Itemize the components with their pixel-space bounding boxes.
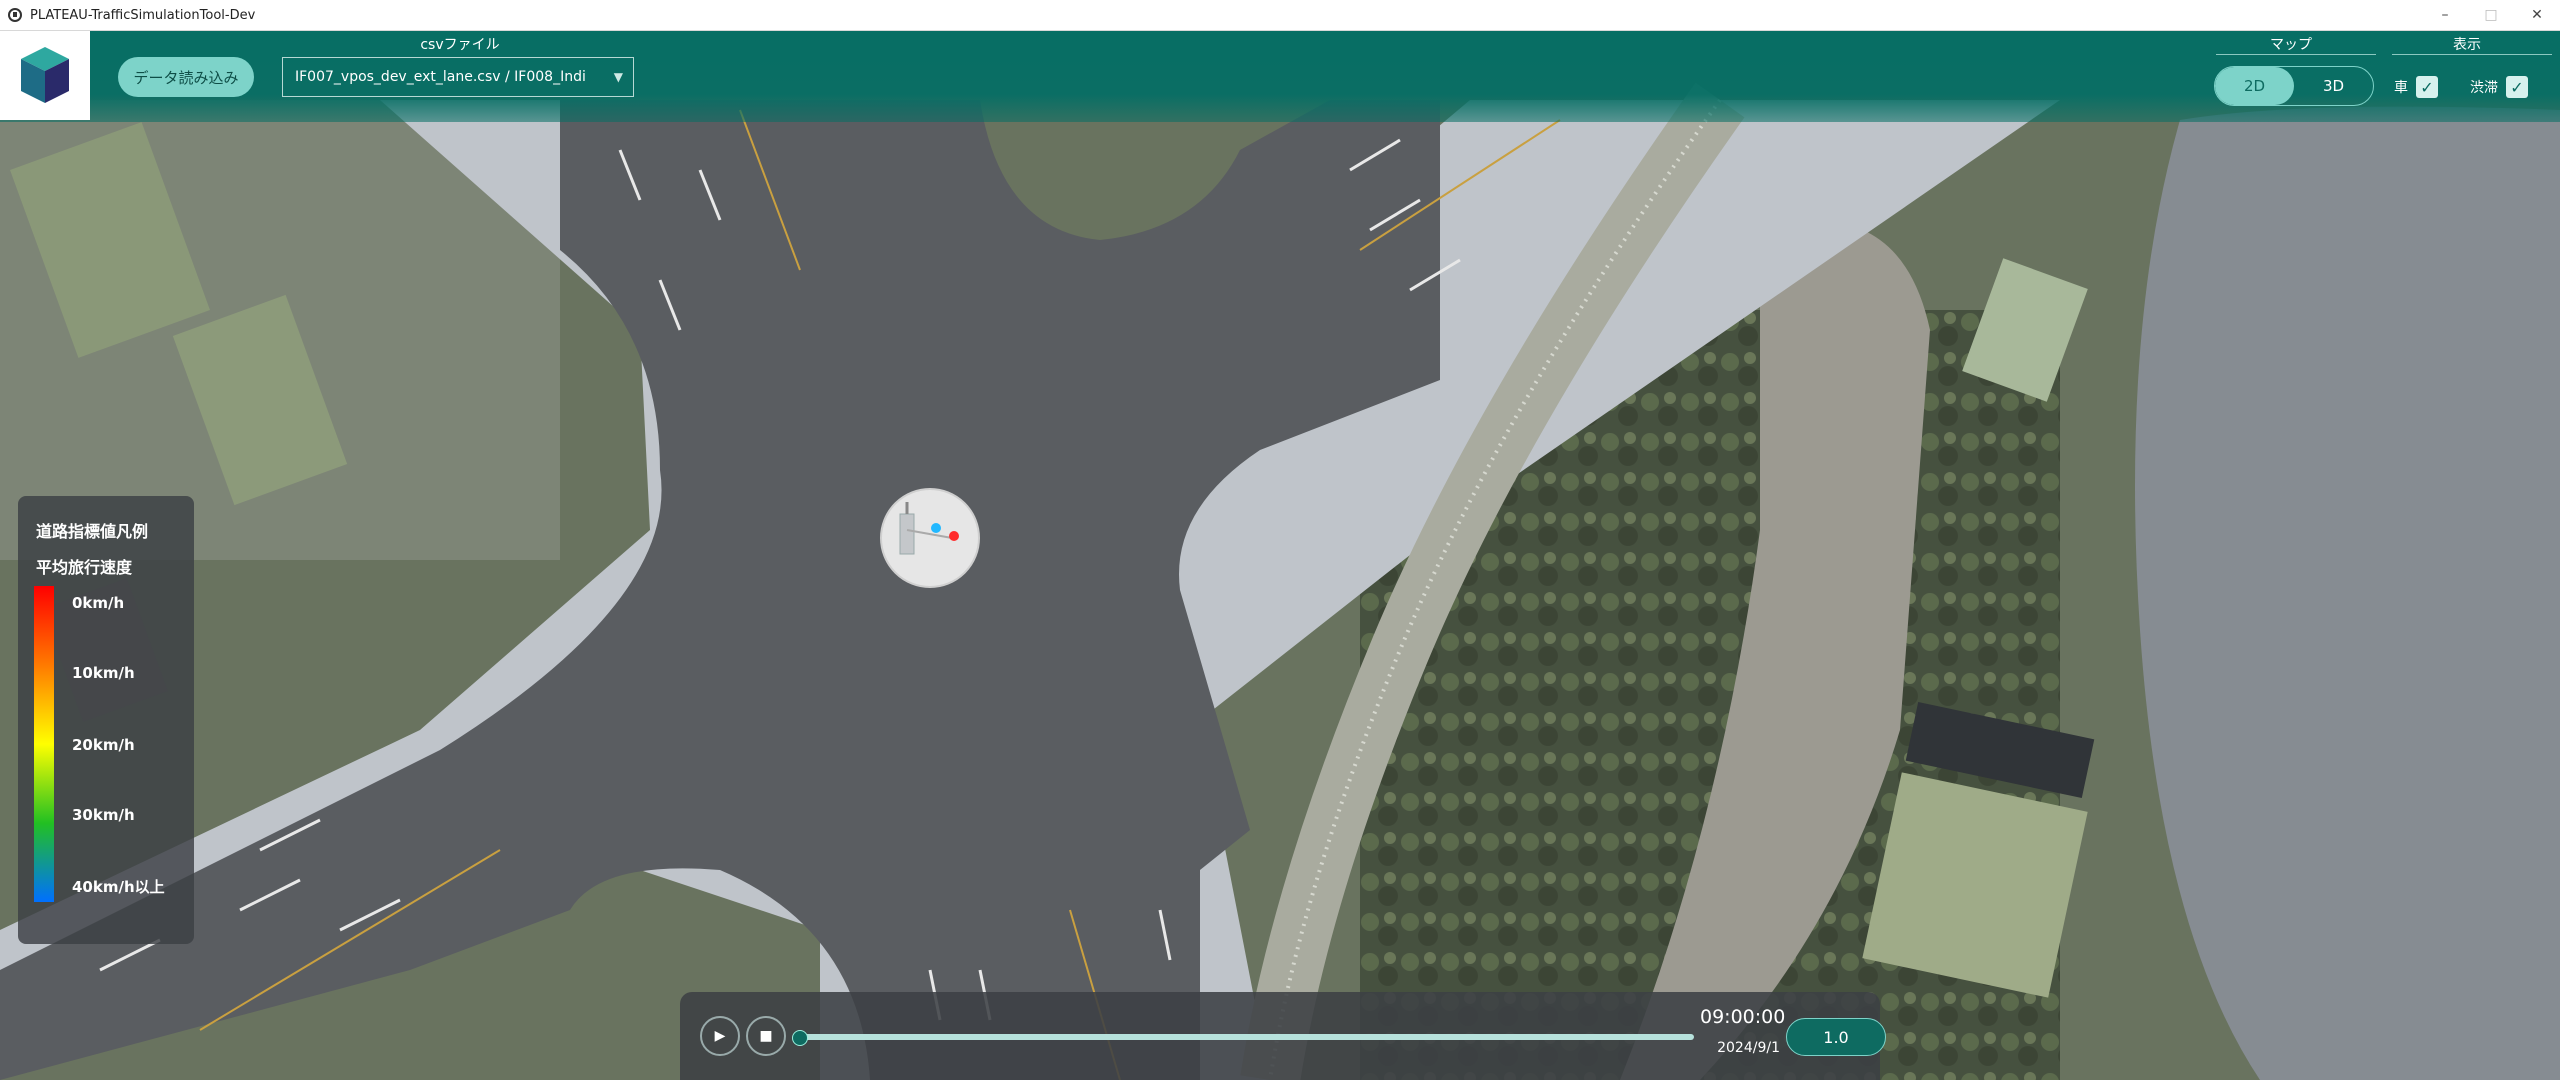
logo-cube-icon xyxy=(21,47,69,103)
map-mode-3d[interactable]: 3D xyxy=(2294,67,2373,105)
dropdown-arrow-icon: ▼ xyxy=(613,70,623,84)
legend-gradient-bar xyxy=(34,586,54,902)
map-viewport[interactable] xyxy=(0,30,2560,1080)
csv-file-value: IF007_vpos_dev_ext_lane.csv / IF008_Indi xyxy=(295,69,585,85)
traffic-signal-marker[interactable] xyxy=(880,488,980,588)
current-time: 09:00:00 xyxy=(1700,1006,1786,1028)
close-button[interactable]: ✕ xyxy=(2514,0,2560,30)
play-button[interactable]: ▶ xyxy=(700,1016,740,1056)
play-icon: ▶ xyxy=(714,1028,726,1044)
legend-title: 道路指標値凡例 xyxy=(36,522,149,541)
playback-speed-button[interactable]: 1.0 xyxy=(1786,1018,1886,1056)
show-congestion-checkbox[interactable]: 渋滞 ✓ xyxy=(2470,76,2528,98)
display-label: 表示 xyxy=(2453,37,2481,53)
checkmark-icon[interactable]: ✓ xyxy=(2506,76,2528,98)
map-mode-toggle[interactable]: 2D 3D xyxy=(2214,66,2374,106)
map-mode-label: マップ xyxy=(2270,37,2312,53)
stop-button[interactable]: ■ xyxy=(746,1016,786,1056)
load-data-button[interactable]: データ読み込み xyxy=(118,57,254,97)
legend-tick: 40km/h以上 xyxy=(72,878,165,896)
seek-track[interactable] xyxy=(798,1034,1694,1040)
top-toolbar: データ読み込み csvファイル IF007_vpos_dev_ext_lane.… xyxy=(0,30,2560,122)
map-mode-2d[interactable]: 2D xyxy=(2215,67,2294,105)
plateau-logo xyxy=(0,30,90,120)
legend-subtitle: 平均旅行速度 xyxy=(36,558,133,577)
display-divider xyxy=(2392,54,2552,55)
show-cars-checkbox[interactable]: 車 ✓ xyxy=(2394,76,2438,98)
map-mode-divider xyxy=(2216,54,2376,55)
playback-panel: ▶ ■ 09:00:00 2024/9/1 1.0 xyxy=(680,992,1886,1080)
show-cars-label: 車 xyxy=(2394,80,2408,96)
legend-tick: 0km/h xyxy=(72,594,125,612)
legend-tick: 20km/h xyxy=(72,736,135,754)
csv-file-label: csvファイル xyxy=(420,37,500,53)
csv-file-select[interactable]: IF007_vpos_dev_ext_lane.csv / IF008_Indi… xyxy=(282,57,634,97)
legend-tick: 30km/h xyxy=(72,806,135,824)
road-metric-legend: 道路指標値凡例 平均旅行速度 0km/h 10km/h 20km/h 30km/… xyxy=(18,496,194,944)
maximize-button[interactable]: □ xyxy=(2468,0,2514,30)
current-date: 2024/9/1 xyxy=(1717,1040,1780,1056)
map-canvas[interactable] xyxy=(0,30,2560,1080)
minimize-button[interactable]: – xyxy=(2422,0,2468,30)
stop-icon: ■ xyxy=(759,1028,773,1044)
traffic-light-icon xyxy=(899,502,959,555)
window-title: PLATEAU-TrafficSimulationTool-Dev xyxy=(30,7,256,23)
show-congestion-label: 渋滞 xyxy=(2470,80,2498,96)
app-icon xyxy=(8,8,22,22)
title-bar: PLATEAU-TrafficSimulationTool-Dev – □ ✕ xyxy=(0,0,2560,31)
legend-tick: 10km/h xyxy=(72,664,135,682)
seek-handle[interactable] xyxy=(792,1030,808,1046)
window-controls: – □ ✕ xyxy=(2422,0,2560,30)
checkmark-icon[interactable]: ✓ xyxy=(2416,76,2438,98)
